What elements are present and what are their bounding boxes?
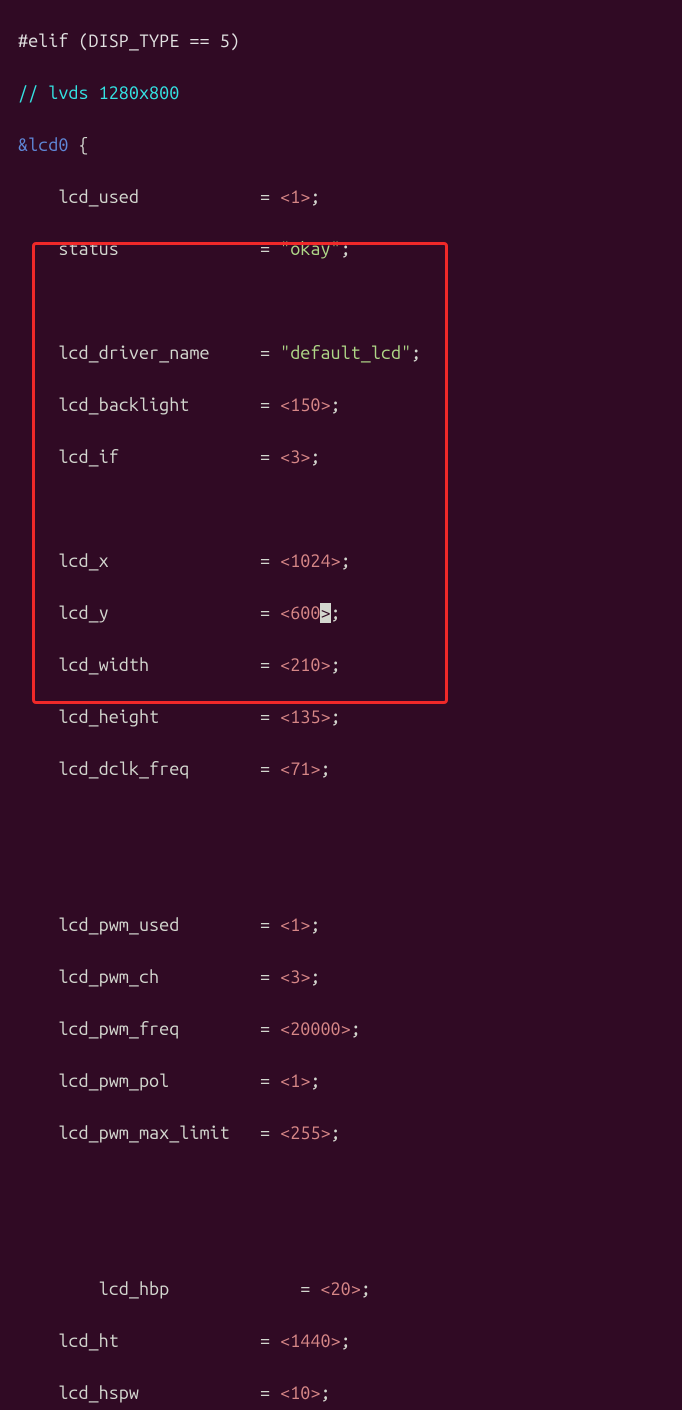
code-line: lcd_hspw = <10>; — [18, 1380, 670, 1406]
prop-key: lcd_pwm_ch — [58, 967, 159, 987]
code-line: lcd_pwm_pol = <1>; — [18, 1068, 670, 1094]
prop-key: lcd_width — [58, 655, 149, 675]
prop-key: lcd_driver_name — [58, 343, 209, 363]
prop-key: lcd_height — [58, 707, 159, 727]
prop-value: "default_lcd" — [280, 343, 411, 363]
code-line: &lcd0 { — [18, 132, 670, 158]
code-line: lcd_if = <3>; — [18, 444, 670, 470]
blank-line — [18, 808, 670, 834]
prop-value: 600 — [290, 603, 320, 623]
prop-value: 1 — [290, 915, 300, 935]
prop-value: 3 — [290, 967, 300, 987]
prop-value: 210 — [290, 655, 320, 675]
prop-value: 135 — [290, 707, 320, 727]
node-ref: &lcd0 — [18, 135, 68, 155]
code-line: lcd_width = <210>; — [18, 652, 670, 678]
prop-value: 3 — [290, 447, 300, 467]
prop-key: lcd_y — [58, 603, 108, 623]
code-line: lcd_x = <1024>; — [18, 548, 670, 574]
preproc-directive: #elif (DISP_TYPE == 5) — [18, 31, 240, 51]
code-line: lcd_hbp = <20>; — [18, 1276, 670, 1302]
code-line: lcd_y = <600>; — [18, 600, 670, 626]
prop-key: lcd_if — [58, 447, 118, 467]
blank-line — [18, 1172, 670, 1198]
prop-key: lcd_x — [58, 551, 108, 571]
code-line: lcd_pwm_used = <1>; — [18, 912, 670, 938]
prop-value: 1 — [290, 187, 300, 207]
code-line: lcd_pwm_max_limit = <255>; — [18, 1120, 670, 1146]
cursor: > — [320, 603, 330, 623]
prop-key: lcd_pwm_pol — [58, 1071, 169, 1091]
prop-value: 1024 — [290, 551, 330, 571]
code-line: lcd_dclk_freq = <71>; — [18, 756, 670, 782]
brace: { — [68, 135, 88, 155]
code-line: lcd_backlight = <150>; — [18, 392, 670, 418]
blank-line — [18, 288, 670, 314]
prop-value: 20 — [331, 1279, 351, 1299]
prop-key: lcd_hbp — [99, 1279, 170, 1299]
prop-key: lcd_hspw — [58, 1383, 139, 1403]
code-line: lcd_height = <135>; — [18, 704, 670, 730]
prop-value: 150 — [290, 395, 320, 415]
prop-key: lcd_pwm_used — [58, 915, 179, 935]
prop-key: lcd_dclk_freq — [58, 759, 189, 779]
code-line: #elif (DISP_TYPE == 5) — [18, 28, 670, 54]
prop-value: 20000 — [290, 1019, 340, 1039]
prop-key: status — [58, 239, 118, 259]
code-line: lcd_used = <1>; — [18, 184, 670, 210]
prop-value: 1440 — [290, 1331, 330, 1351]
code-editor-viewport[interactable]: #elif (DISP_TYPE == 5) // lvds 1280x800 … — [0, 0, 682, 1410]
code-line: lcd_pwm_freq = <20000>; — [18, 1016, 670, 1042]
code-line: status = "okay"; — [18, 236, 670, 262]
code-line: lcd_pwm_ch = <3>; — [18, 964, 670, 990]
blank-line — [18, 860, 670, 886]
prop-value: "okay" — [280, 239, 340, 259]
prop-value: 1 — [290, 1071, 300, 1091]
prop-key: lcd_pwm_max_limit — [58, 1123, 229, 1143]
blank-line — [18, 496, 670, 522]
prop-key: lcd_ht — [58, 1331, 118, 1351]
prop-value: 255 — [290, 1123, 320, 1143]
prop-value: 71 — [290, 759, 310, 779]
prop-value: 10 — [290, 1383, 310, 1403]
code-line: // lvds 1280x800 — [18, 80, 670, 106]
blank-line — [18, 1224, 670, 1250]
code-line: lcd_ht = <1440>; — [18, 1328, 670, 1354]
code-line: lcd_driver_name = "default_lcd"; — [18, 340, 670, 366]
prop-key: lcd_backlight — [58, 395, 189, 415]
comment: // lvds 1280x800 — [18, 83, 179, 103]
prop-key: lcd_used — [58, 187, 139, 207]
prop-key: lcd_pwm_freq — [58, 1019, 179, 1039]
